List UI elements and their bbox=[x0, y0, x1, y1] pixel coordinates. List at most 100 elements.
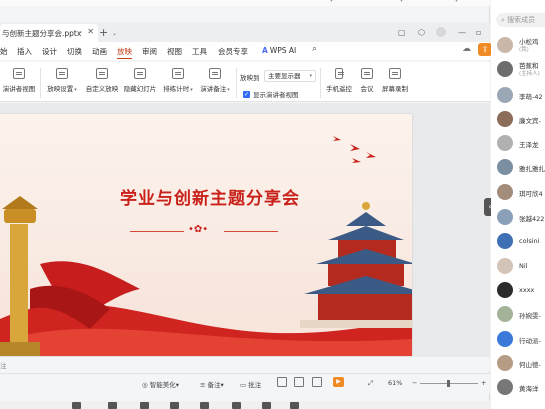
settings-icon[interactable] bbox=[290, 402, 299, 409]
custom-show-icon bbox=[96, 68, 108, 79]
wps-ai-button[interactable]: A WPS AI bbox=[262, 46, 296, 55]
camera-icon[interactable] bbox=[108, 402, 117, 409]
slideshow-settings-button[interactable]: 放映设置▾ bbox=[44, 68, 80, 93]
fit-window-icon[interactable]: ⤢ bbox=[368, 379, 373, 388]
member-row[interactable]: 雅扎雅扎 bbox=[497, 158, 545, 176]
user-avatar-icon[interactable] bbox=[436, 27, 446, 37]
member-row[interactable]: 黄海洋 bbox=[497, 378, 545, 396]
maximize-icon[interactable]: ▫ bbox=[476, 28, 481, 37]
meeting-icon bbox=[361, 68, 373, 79]
slide-title[interactable]: 学业与创新主题分享会 bbox=[80, 184, 340, 209]
document-tab-title: 与创新主题分享会.pptx bbox=[2, 28, 82, 38]
document-tab[interactable]: 与创新主题分享会.pptx ⌄ ✕ bbox=[0, 24, 98, 42]
menu-transition[interactable]: 切换 bbox=[67, 46, 82, 57]
checkbox-checked-icon[interactable]: ✓ bbox=[243, 90, 250, 98]
notes-label: 注 bbox=[0, 362, 7, 370]
avatar bbox=[497, 111, 513, 127]
wps-ai-label: WPS AI bbox=[269, 46, 297, 55]
members-icon[interactable] bbox=[170, 402, 179, 409]
record-icon[interactable] bbox=[200, 402, 209, 409]
member-row[interactable]: 廉文宾- bbox=[497, 110, 545, 128]
member-row[interactable]: 孙婉雯- bbox=[497, 305, 545, 323]
member-search-input[interactable]: ⌕ 搜索成员 bbox=[496, 13, 545, 27]
chat-icon[interactable] bbox=[232, 402, 241, 409]
display-select[interactable]: 主要显示器 ▾ bbox=[264, 70, 316, 82]
member-row[interactable]: 何山德- bbox=[497, 354, 545, 372]
avatar bbox=[497, 233, 513, 249]
member-name: 廉文宾- bbox=[519, 117, 541, 125]
chevron-down-icon[interactable]: ⌄ bbox=[78, 28, 83, 35]
menu-slideshow[interactable]: 放映 bbox=[117, 46, 132, 59]
avatar bbox=[497, 135, 513, 151]
member-row[interactable]: Nil bbox=[497, 257, 545, 275]
menu-home[interactable]: 始 bbox=[0, 46, 8, 57]
window-layout-icon[interactable]: ▢ bbox=[398, 28, 406, 37]
member-name: 孙婉雯- bbox=[519, 312, 541, 320]
member-row[interactable]: 张越422 bbox=[497, 208, 545, 226]
annotate-button[interactable]: ▭ 批注 bbox=[240, 379, 261, 389]
screen-record-button[interactable]: 屏幕录制 bbox=[380, 68, 410, 93]
apps-icon[interactable] bbox=[262, 402, 271, 409]
search-icon[interactable]: ⌕ bbox=[312, 44, 317, 54]
zoom-slider-handle[interactable] bbox=[447, 380, 450, 387]
comment-icon: ▭ bbox=[240, 381, 247, 389]
avatar bbox=[497, 306, 513, 322]
presenter-view-button[interactable]: 演讲者视图 bbox=[2, 68, 36, 93]
cube-icon[interactable]: ⬡ bbox=[418, 28, 425, 37]
cloud-icon[interactable]: ☁ bbox=[462, 44, 471, 54]
member-role: (主持人) bbox=[519, 71, 540, 77]
menu-view[interactable]: 视图 bbox=[167, 46, 182, 57]
meeting-button[interactable]: 会议 bbox=[356, 68, 378, 93]
notes-icon bbox=[209, 68, 221, 79]
reading-view-icon[interactable] bbox=[312, 377, 322, 387]
hide-slide-button[interactable]: 隐藏幻灯片 bbox=[122, 68, 158, 93]
member-row[interactable]: 王泽龙 bbox=[497, 134, 545, 152]
meeting-top-item[interactable]: ▾ bbox=[400, 0, 403, 4]
menu-tools[interactable]: 工具 bbox=[192, 46, 207, 57]
member-row[interactable]: 李萌-42 bbox=[497, 86, 545, 104]
menu-animation[interactable]: 动画 bbox=[92, 46, 107, 57]
member-row[interactable]: xxxx bbox=[497, 281, 545, 299]
notes-icon: ≡ bbox=[200, 381, 206, 389]
member-row[interactable]: 小松鸡 (我) bbox=[497, 36, 545, 54]
member-name: colsini bbox=[519, 237, 540, 245]
phone-remote-button[interactable]: 手机遥控 bbox=[322, 68, 356, 93]
member-row[interactable]: 行动派- bbox=[497, 330, 545, 348]
menu-review[interactable]: 审阅 bbox=[142, 46, 157, 57]
meeting-top-item[interactable]: ▾ bbox=[455, 0, 458, 4]
share-screen-icon[interactable] bbox=[140, 402, 149, 409]
custom-show-button[interactable]: 自定义放映 bbox=[84, 68, 120, 93]
presenter-view-icon bbox=[13, 68, 25, 79]
notes-area[interactable]: 注 bbox=[0, 357, 490, 371]
slide[interactable]: 学业与创新主题分享会 •✿• bbox=[0, 114, 412, 356]
timer-icon bbox=[172, 68, 184, 79]
member-row[interactable]: 芭蕉和 (主持人) bbox=[497, 60, 545, 78]
menu-design[interactable]: 设计 bbox=[42, 46, 57, 57]
play-slideshow-button[interactable]: ▶ bbox=[333, 377, 344, 387]
share-button[interactable]: ⇪ bbox=[478, 43, 492, 56]
member-row[interactable]: 琪可欣4 bbox=[497, 183, 545, 201]
notes-toggle-button[interactable]: ≡ 备注▾ bbox=[200, 379, 224, 389]
menu-member[interactable]: 会员专享 bbox=[218, 46, 248, 57]
mic-icon[interactable] bbox=[72, 402, 81, 409]
rehearse-timing-button[interactable]: 排练计时▾ bbox=[160, 68, 196, 93]
new-tab-button[interactable]: + bbox=[99, 26, 108, 39]
avatar bbox=[497, 379, 513, 395]
zoom-out-button[interactable]: − bbox=[412, 379, 417, 387]
divider bbox=[320, 68, 321, 98]
member-row[interactable]: colsini bbox=[497, 232, 545, 250]
minimize-icon[interactable]: — bbox=[458, 28, 466, 37]
smart-beautify-button[interactable]: ◎ 智能美化▾ bbox=[142, 379, 179, 389]
chevron-down-icon[interactable]: ⌄ bbox=[112, 30, 117, 37]
normal-view-icon[interactable] bbox=[277, 377, 287, 387]
zoom-in-button[interactable]: + bbox=[481, 379, 486, 387]
close-icon[interactable]: ✕ bbox=[87, 27, 94, 36]
slide-sorter-icon[interactable] bbox=[294, 377, 304, 387]
zoom-level[interactable]: 61% bbox=[388, 379, 402, 387]
menu-insert[interactable]: 插入 bbox=[17, 46, 32, 57]
avatar bbox=[497, 159, 513, 175]
avatar bbox=[497, 87, 513, 103]
presenter-view-checkbox-row[interactable]: ✓ 显示演讲者视图 bbox=[243, 89, 299, 99]
speaker-notes-button[interactable]: 演讲备注▾ bbox=[197, 68, 233, 93]
meeting-top-item[interactable]: ▾ bbox=[330, 0, 333, 4]
